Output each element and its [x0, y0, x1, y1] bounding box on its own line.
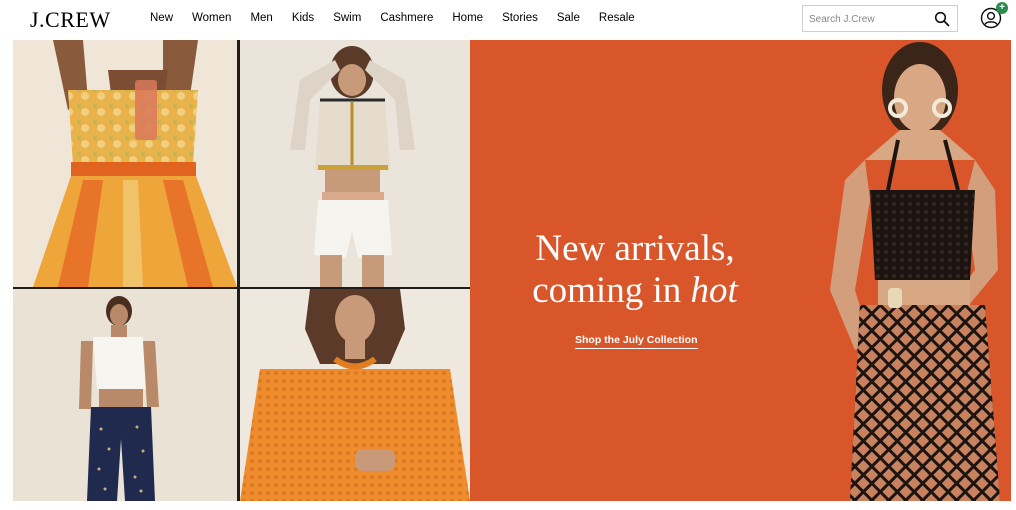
nav-item-men[interactable]: Men: [250, 12, 272, 24]
photo-orange-sweater[interactable]: [240, 289, 470, 501]
hero-heading-line2-text: coming in: [532, 270, 691, 311]
photo-tank-navy-pants[interactable]: [13, 289, 237, 501]
nav-item-stories[interactable]: Stories: [502, 12, 538, 24]
search-icon[interactable]: [934, 11, 950, 27]
account-plus-badge: +: [996, 2, 1008, 14]
jcrew-logo[interactable]: J.CREW: [30, 7, 111, 33]
main-nav: New Women Men Kids Swim Cashmere Home St…: [150, 12, 654, 24]
search-input[interactable]: [809, 10, 933, 28]
hero-heading-line1: New arrivals,: [535, 228, 735, 269]
photo-cardigan-shorts[interactable]: [240, 40, 470, 287]
photo-grid: [13, 40, 470, 501]
site-header: J.CREW New Women Men Kids Swim Cashmere …: [0, 0, 1016, 40]
nav-item-resale[interactable]: Resale: [599, 12, 635, 24]
hero-model-image[interactable]: [770, 40, 1011, 501]
nav-item-kids[interactable]: Kids: [292, 12, 314, 24]
nav-item-new[interactable]: New: [150, 12, 173, 24]
hero-heading: New arrivals, coming in hot: [510, 228, 760, 312]
nav-item-swim[interactable]: Swim: [333, 12, 361, 24]
shop-july-collection-link[interactable]: Shop the July Collection: [575, 334, 698, 349]
search-box: [802, 5, 958, 32]
photo-floral-dress[interactable]: [13, 40, 237, 287]
nav-item-home[interactable]: Home: [452, 12, 483, 24]
nav-item-women[interactable]: Women: [192, 12, 231, 24]
hero-heading-emphasis: hot: [690, 270, 738, 311]
nav-item-sale[interactable]: Sale: [557, 12, 580, 24]
nav-item-cashmere[interactable]: Cashmere: [380, 12, 433, 24]
hero-heading-line2: coming in hot: [510, 270, 760, 312]
hero-banner: New arrivals, coming in hot Shop the Jul…: [470, 40, 1011, 501]
